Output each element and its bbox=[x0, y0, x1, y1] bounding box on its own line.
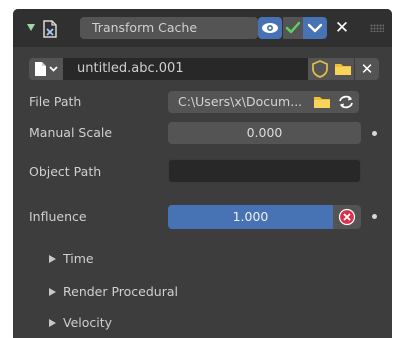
subpanel-time[interactable]: Time bbox=[49, 251, 94, 266]
chevron-down-icon bbox=[307, 23, 323, 33]
unlink-cache-button[interactable]: ✕ bbox=[355, 58, 379, 80]
triangle-right-icon bbox=[49, 287, 56, 296]
modifier-close-button[interactable]: ✕ bbox=[333, 18, 351, 38]
manual-scale-value: 0.000 bbox=[246, 125, 283, 140]
chevron-down-icon bbox=[49, 66, 58, 72]
folder-icon bbox=[335, 64, 351, 75]
transform-cache-icon bbox=[40, 19, 60, 39]
folder-icon bbox=[314, 97, 330, 108]
triangle-right-icon bbox=[49, 254, 56, 263]
modifier-name: Transform Cache bbox=[92, 20, 198, 35]
keyframe-dot-icon[interactable] bbox=[372, 131, 377, 136]
eye-icon bbox=[262, 23, 278, 33]
subpanel-velocity-label: Velocity bbox=[63, 315, 113, 330]
viewport-toggle-button[interactable] bbox=[258, 17, 282, 39]
subpanel-velocity[interactable]: Velocity bbox=[49, 315, 112, 330]
influence-label: Influence bbox=[29, 209, 87, 224]
render-toggle-button[interactable] bbox=[283, 17, 303, 39]
influence-value: 1.000 bbox=[232, 209, 269, 224]
fake-user-button[interactable] bbox=[308, 58, 332, 80]
cache-file-name: untitled.abc.001 bbox=[77, 61, 184, 76]
object-path-label: Object Path bbox=[29, 164, 102, 179]
check-icon bbox=[285, 21, 301, 34]
shield-icon bbox=[312, 60, 328, 78]
manual-scale-label: Manual Scale bbox=[29, 125, 113, 140]
drag-grip-icon[interactable] bbox=[370, 24, 384, 32]
subpanel-render-procedural-label: Render Procedural bbox=[63, 284, 178, 299]
cache-file-selector[interactable] bbox=[29, 58, 63, 80]
file-path-browse-button[interactable] bbox=[311, 91, 333, 113]
influence-clear-button[interactable] bbox=[333, 205, 361, 229]
modifier-panel: Transform Cache ✕ untitled.abc.001 ✕ Fil… bbox=[13, 9, 392, 338]
expand-triangle-icon[interactable] bbox=[27, 24, 35, 31]
file-path-label: File Path bbox=[29, 94, 82, 109]
subpanel-render-procedural[interactable]: Render Procedural bbox=[49, 284, 178, 299]
document-icon bbox=[35, 62, 46, 76]
editmode-toggle-button[interactable] bbox=[303, 17, 327, 39]
object-path-field[interactable] bbox=[168, 159, 361, 183]
clear-x-icon bbox=[338, 208, 356, 226]
subpanel-time-label: Time bbox=[63, 251, 94, 266]
triangle-right-icon bbox=[49, 318, 56, 327]
open-cache-folder-button[interactable] bbox=[332, 58, 354, 80]
file-path-value: C:\Users\x\Docum... bbox=[178, 94, 303, 109]
reload-icon bbox=[339, 95, 353, 109]
keyframe-dot-icon[interactable] bbox=[372, 214, 377, 219]
reload-button[interactable] bbox=[333, 91, 359, 113]
